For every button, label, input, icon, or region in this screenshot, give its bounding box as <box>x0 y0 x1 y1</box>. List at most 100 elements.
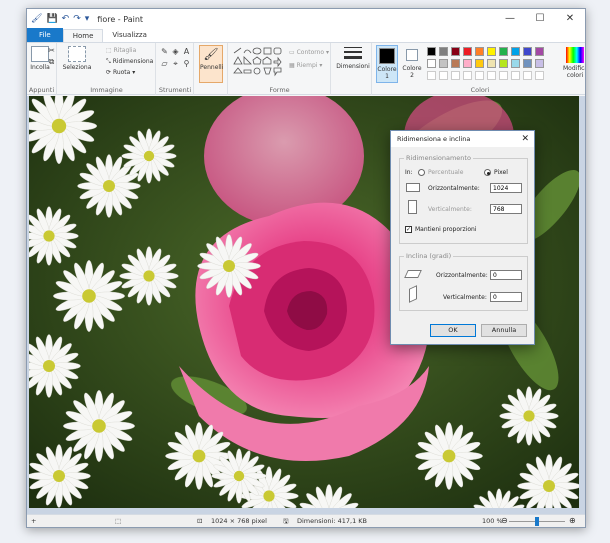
palette-swatch[interactable] <box>523 59 532 68</box>
status-bar: + ⬚ ⊡ 1024 × 768 pixel 🖫 Dimensioni: 417… <box>27 514 585 527</box>
palette-swatch[interactable] <box>427 47 436 56</box>
custom-color-slot[interactable] <box>475 71 484 80</box>
tab-view[interactable]: Visualizza <box>103 29 155 42</box>
customize-toolbar-icon[interactable]: ▾ <box>85 14 90 24</box>
pixel-radio[interactable] <box>484 169 491 176</box>
tab-file[interactable]: File <box>27 28 63 42</box>
minimize-button[interactable]: — <box>495 9 525 29</box>
resize-legend: Ridimensionamento <box>404 154 473 162</box>
crop-button[interactable]: ⬚ Ritaglia <box>106 47 136 54</box>
close-button[interactable]: ✕ <box>555 9 585 29</box>
shapes-gallery[interactable] <box>233 47 283 77</box>
redo-icon[interactable]: ↷ <box>73 14 81 24</box>
outline-label: Contorno <box>296 49 325 56</box>
fill-button[interactable]: ▦ Riempi ▾ <box>289 62 322 69</box>
palette-swatch[interactable] <box>523 47 532 56</box>
palette-swatch[interactable] <box>499 59 508 68</box>
edit-colors-button[interactable]: Modifica colori <box>563 47 586 79</box>
resize-skew-dialog: Ridimensiona e inclina ✕ Ridimensionamen… <box>390 130 535 345</box>
window-title: fiore - Paint <box>97 14 144 24</box>
dialog-close-button[interactable]: ✕ <box>521 131 529 147</box>
cancel-button[interactable]: Annulla <box>481 324 527 337</box>
group-size: Dimensioni <box>332 43 372 95</box>
zoom-out-button[interactable]: ⊖ <box>501 516 508 525</box>
palette-swatch[interactable] <box>475 59 484 68</box>
pixel-label: Pixel <box>494 169 508 176</box>
color2-button[interactable]: Colore 2 <box>401 47 423 79</box>
palette-swatch[interactable] <box>535 59 544 68</box>
palette-swatch[interactable] <box>463 47 472 56</box>
palette-swatch[interactable] <box>475 47 484 56</box>
custom-color-slot[interactable] <box>499 71 508 80</box>
skew-horizontal-input[interactable] <box>490 270 522 280</box>
palette-swatch[interactable] <box>451 47 460 56</box>
eraser-icon[interactable]: ▱ <box>160 59 169 68</box>
custom-color-slot[interactable] <box>487 71 496 80</box>
palette-swatch[interactable] <box>511 47 520 56</box>
paint-app-icon[interactable]: 🖌 <box>31 14 42 24</box>
palette-swatch[interactable] <box>427 59 436 68</box>
text-icon[interactable]: A <box>182 47 191 56</box>
group-shapes: ▭ Contorno ▾ ▦ Riempi ▾ Forme <box>229 43 331 95</box>
rotate-button[interactable]: ⟳ Ruota ▾ <box>106 69 135 76</box>
skew-vertical-input[interactable] <box>490 292 522 302</box>
image-group-label: Immagine <box>90 86 123 94</box>
vertical-resize-icon <box>408 200 417 214</box>
color1-button[interactable]: Colore 1 <box>376 45 398 83</box>
file-size-icon: 🖫 <box>283 517 289 525</box>
skew-horizontal-label: Orizzontalmente: <box>436 272 488 279</box>
percent-radio[interactable] <box>418 169 425 176</box>
resize-button[interactable]: ⤡ Ridimensiona <box>106 58 153 66</box>
edit-colors-label: Modifica colori <box>563 65 586 79</box>
zoom-slider-thumb[interactable] <box>535 517 539 526</box>
size-button[interactable]: Dimensioni <box>336 47 370 70</box>
save-icon[interactable]: 💾 <box>46 14 57 24</box>
crop-label: Ritaglia <box>113 47 137 54</box>
custom-color-slot[interactable] <box>523 71 532 80</box>
custom-color-slot[interactable] <box>451 71 460 80</box>
horizontal-input[interactable] <box>490 183 522 193</box>
horizontal-label: Orizzontalmente: <box>428 185 480 192</box>
custom-color-slot[interactable] <box>427 71 436 80</box>
fill-bucket-icon[interactable]: ◈ <box>171 47 180 56</box>
horizontal-skew-icon <box>404 270 422 278</box>
colors-group-label: Colori <box>470 86 490 94</box>
palette-swatch[interactable] <box>499 47 508 56</box>
cut-icon[interactable]: ✂ <box>47 46 56 55</box>
outline-button[interactable]: ▭ Contorno ▾ <box>289 49 329 56</box>
palette-swatch[interactable] <box>451 59 460 68</box>
keep-ratio-label: Mantieni proporzioni <box>415 226 477 233</box>
select-icon <box>68 46 86 62</box>
ribbon: Incolla ✂ ⧉ Appunti Seleziona ⬚ Ritaglia… <box>27 43 585 95</box>
vertical-input[interactable] <box>490 204 522 214</box>
skew-section: Inclina (gradi) Orizzontalmente: Vertica… <box>399 252 528 311</box>
custom-color-slot[interactable] <box>535 71 544 80</box>
magnifier-icon[interactable]: ⚲ <box>182 59 191 68</box>
custom-color-slot[interactable] <box>511 71 520 80</box>
ribbon-tabs: File Home Visualizza <box>27 28 585 43</box>
undo-icon[interactable]: ↶ <box>62 14 70 24</box>
file-size: Dimensioni: 417,1 KB <box>297 517 368 525</box>
maximize-button[interactable]: ☐ <box>525 9 555 29</box>
group-brushes: 🖌 Pennelli <box>195 43 228 95</box>
color-picker-icon[interactable]: ⌖ <box>171 59 180 68</box>
zoom-in-button[interactable]: ⊕ <box>569 516 576 525</box>
tab-home[interactable]: Home <box>62 29 104 42</box>
palette-swatch[interactable] <box>487 47 496 56</box>
custom-color-slot[interactable] <box>439 71 448 80</box>
palette-swatch[interactable] <box>487 59 496 68</box>
keep-ratio-checkbox[interactable]: ✓ <box>405 226 412 233</box>
pencil-icon[interactable]: ✎ <box>160 47 169 56</box>
ok-button[interactable]: OK <box>430 324 476 337</box>
group-tools: ✎ ◈ A ▱ ⌖ ⚲ Strumenti <box>157 43 194 95</box>
copy-icon[interactable]: ⧉ <box>47 57 56 66</box>
palette-swatch[interactable] <box>463 59 472 68</box>
select-button[interactable]: Seleziona <box>62 46 92 71</box>
resize-label: Ridimensiona <box>112 58 154 65</box>
brushes-button[interactable]: 🖌 Pennelli <box>199 45 223 83</box>
palette-swatch[interactable] <box>511 59 520 68</box>
palette-swatch[interactable] <box>439 47 448 56</box>
palette-swatch[interactable] <box>535 47 544 56</box>
custom-color-slot[interactable] <box>463 71 472 80</box>
palette-swatch[interactable] <box>439 59 448 68</box>
